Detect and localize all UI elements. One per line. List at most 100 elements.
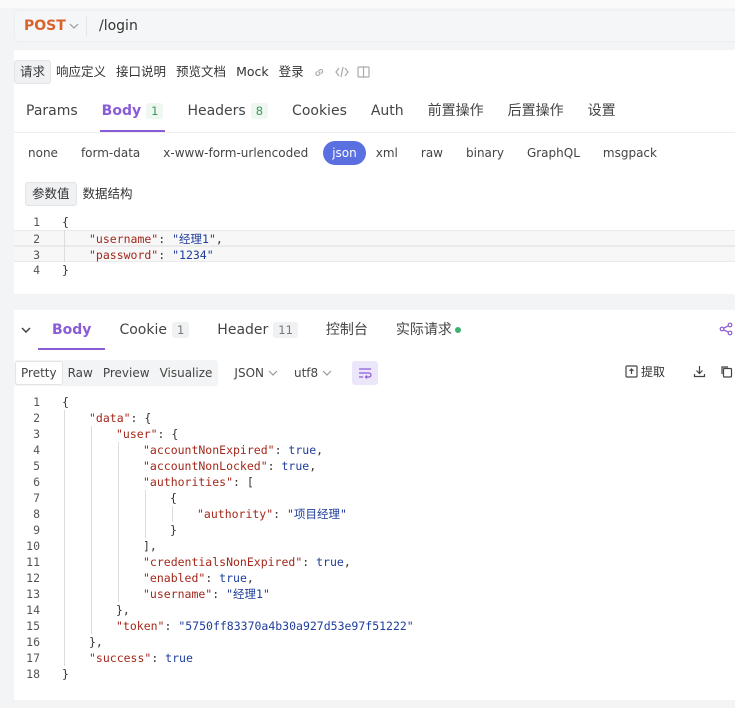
encoding-select[interactable]: utf8	[294, 366, 332, 380]
subtab-api-description[interactable]: 接口说明	[111, 60, 171, 84]
tab-label: Cookie	[119, 322, 167, 338]
json-punct: :	[302, 555, 317, 569]
indent-guide	[64, 410, 65, 426]
code-line: 4 "accountNonExpired": true,	[14, 442, 735, 458]
code-text: "username": "经理1",	[44, 231, 223, 246]
json-boolean: true	[165, 651, 193, 665]
split-view-icon[interactable]	[353, 60, 375, 84]
tab-label: Headers	[187, 103, 246, 119]
body-type-graphql[interactable]: GraphQL	[513, 141, 589, 165]
json-punct: {	[62, 395, 69, 409]
link-icon[interactable]	[309, 60, 331, 84]
json-punct: :	[164, 619, 179, 633]
copy-icon[interactable]	[720, 365, 733, 378]
extract-label: 提取	[640, 365, 665, 379]
tab-settings[interactable]: 设置	[576, 94, 628, 130]
json-punct: }	[62, 667, 69, 681]
code-line: 13 "username": "经理1"	[14, 586, 735, 602]
body-type-raw[interactable]: raw	[407, 141, 452, 165]
indent-guide	[91, 538, 92, 554]
code-line: 2 "username": "经理1",	[14, 230, 735, 246]
subtab-login[interactable]: 登录	[274, 60, 309, 84]
code-text: "credentialsNonExpired": true,	[44, 554, 351, 570]
subtab-response-definition[interactable]: 响应定义	[51, 60, 111, 84]
response-tab-actual-request[interactable]: 实际请求	[382, 310, 475, 350]
collapse-chevron-icon[interactable]	[14, 310, 38, 350]
indent-guide	[64, 230, 65, 246]
indent-guide	[91, 618, 92, 634]
tab-param-values[interactable]: 参数值	[25, 182, 77, 206]
indent-guide	[91, 426, 92, 442]
view-visualize[interactable]: Visualize	[155, 361, 218, 385]
view-preview[interactable]: Preview	[98, 361, 155, 385]
response-tab-body[interactable]: Body	[38, 310, 106, 350]
status-dot	[454, 327, 461, 333]
json-punct: {	[62, 215, 69, 229]
tab-label: 前置操作	[427, 103, 484, 119]
tab-auth[interactable]: Auth	[359, 94, 416, 130]
indent-guide	[91, 442, 92, 458]
method-select[interactable]: POST	[15, 18, 66, 34]
body-type-binary[interactable]: binary	[452, 141, 513, 165]
json-string: "5750ff83370a4b30a927d53e97f51222"	[178, 619, 414, 633]
body-type-none[interactable]: none	[14, 141, 67, 165]
code-line: 9}	[14, 522, 735, 538]
tab-headers[interactable]: Headers 8	[175, 94, 280, 130]
indent-guide	[64, 602, 65, 618]
indent-guide	[64, 246, 65, 262]
code-text: "authority": "项目经理"	[44, 506, 347, 522]
code-line: 15 "token": "5750ff83370a4b30a927d53e97f5…	[14, 618, 735, 634]
url-input[interactable]: /login	[87, 18, 138, 34]
tab-body[interactable]: Body 1	[90, 94, 176, 132]
json-punct: : {	[157, 427, 179, 441]
line-number: 1	[33, 215, 40, 229]
tab-pre-operations[interactable]: 前置操作	[416, 94, 496, 130]
response-tools: 提取	[625, 363, 733, 380]
wrap-icon[interactable]	[352, 361, 379, 385]
response-tab-header[interactable]: Header 11	[203, 310, 312, 350]
json-punct: ,	[246, 571, 254, 585]
tab-data-structure[interactable]: 数据结构	[77, 182, 139, 206]
code-icon[interactable]	[331, 60, 353, 84]
response-body-viewer[interactable]: 1{2 "data": {3 "user": {4 "accountNonExpire…	[14, 394, 735, 682]
tab-cookies[interactable]: Cookies	[280, 94, 359, 130]
indent-guide	[64, 474, 65, 490]
line-number: 4	[33, 263, 40, 277]
response-tab-cookie[interactable]: Cookie 1	[105, 310, 203, 350]
body-type-json[interactable]: json	[323, 141, 366, 165]
subtab-preview-doc[interactable]: 预览文档	[171, 60, 231, 84]
code-text: {	[44, 214, 69, 230]
body-type-form-data[interactable]: form-data	[67, 141, 149, 165]
request-body-editor[interactable]: 1{2 "username": "经理1", 3 "password": "1234"…	[14, 214, 735, 278]
view-raw[interactable]: Raw	[63, 361, 98, 385]
tab-label: Body	[52, 322, 92, 338]
subtab-mock[interactable]: Mock	[231, 60, 274, 84]
tab-label: Cookies	[292, 103, 347, 119]
extract-button[interactable]: 提取	[625, 363, 665, 380]
indent-guide	[64, 458, 65, 474]
json-punct: :	[274, 443, 289, 457]
tab-label: 控制台	[325, 322, 368, 338]
line-number: 8	[33, 507, 40, 521]
json-key: "data"	[89, 411, 131, 425]
indent-guide	[64, 650, 65, 666]
json-key: "token"	[116, 619, 165, 633]
download-icon[interactable]	[693, 365, 706, 378]
body-type-xml[interactable]: xml	[362, 141, 407, 165]
view-pretty[interactable]: Pretty	[15, 361, 63, 385]
subtab-request[interactable]: 请求	[14, 60, 52, 84]
body-type-urlencoded[interactable]: x-www-form-urlencoded	[149, 141, 317, 165]
body-type-msgpack[interactable]: msgpack	[589, 141, 666, 165]
share-icon[interactable]	[719, 322, 733, 340]
indent-guide	[145, 490, 146, 506]
indent-guide	[145, 506, 146, 522]
indent-guide	[172, 506, 173, 522]
tab-post-operations[interactable]: 后置操作	[496, 94, 576, 130]
tab-params[interactable]: Params	[14, 94, 90, 130]
code-text: }	[44, 666, 69, 682]
tab-label: Header	[217, 322, 269, 338]
format-select[interactable]: JSON	[234, 366, 278, 380]
chevron-down-icon[interactable]	[61, 16, 87, 36]
response-tab-console[interactable]: 控制台	[312, 310, 382, 350]
line-number: 7	[33, 491, 40, 505]
